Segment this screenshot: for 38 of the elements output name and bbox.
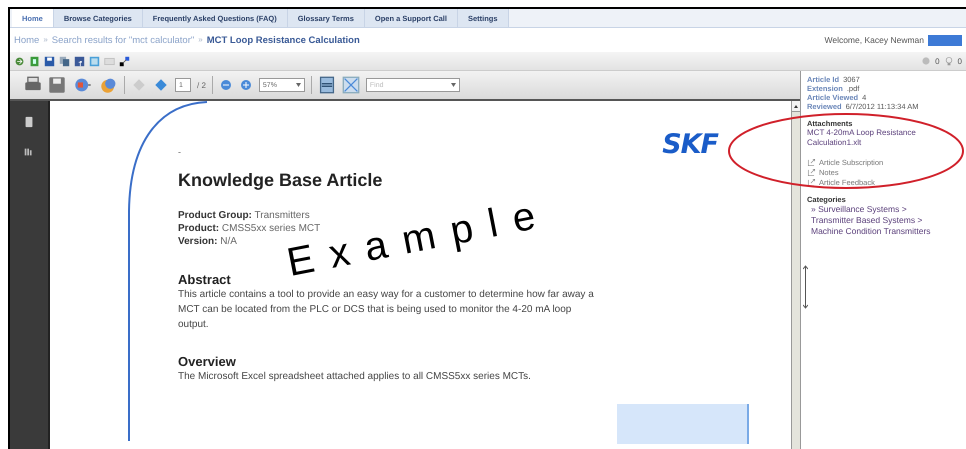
welcome-text: Welcome, Kacey Newman bbox=[824, 35, 924, 45]
pages-icon[interactable] bbox=[23, 115, 35, 129]
network-icon[interactable] bbox=[119, 56, 130, 66]
text-highlight bbox=[928, 34, 962, 46]
article-title: Knowledge Base Article bbox=[178, 170, 384, 191]
link-icon[interactable] bbox=[807, 178, 816, 187]
link-icon[interactable] bbox=[807, 168, 816, 177]
section-heading: Overview bbox=[178, 354, 237, 369]
company-logo: SKF bbox=[662, 129, 718, 160]
save-icon[interactable] bbox=[44, 56, 55, 66]
down-arrow-icon[interactable] bbox=[153, 77, 169, 93]
suggestion-count: 0 bbox=[958, 56, 962, 66]
caret-icon bbox=[296, 83, 301, 87]
scroll-up-arrow-icon[interactable] bbox=[794, 104, 798, 108]
lightbulb-icon[interactable] bbox=[944, 56, 954, 66]
fit-page-icon[interactable] bbox=[318, 76, 336, 94]
section-text: This article contains a tool to provide an easy way for a customer to determine how far away a MCT can be located from the PLC or DCS that is being used to monitor the 4-20 mA loop output. bbox=[178, 288, 595, 332]
scrollbar[interactable] bbox=[791, 101, 800, 449]
arrow-icon[interactable] bbox=[14, 56, 25, 66]
fit-width-icon[interactable] bbox=[342, 76, 360, 94]
caret-icon bbox=[450, 83, 456, 87]
section-heading: Abstract bbox=[178, 272, 232, 287]
resize-arrow-icon[interactable] bbox=[803, 265, 808, 309]
zoom-out-icon[interactable] bbox=[218, 78, 233, 92]
section-text: The Microsoft Excel spreadsheet attached applies to all CMSS5xx series MCTs. bbox=[178, 370, 532, 384]
breadcrumb-separator: » bbox=[198, 34, 203, 46]
share-icon[interactable] bbox=[89, 56, 100, 66]
copy-icon[interactable] bbox=[59, 56, 70, 66]
breadcrumb-separator: » bbox=[43, 34, 48, 46]
link-icon[interactable] bbox=[807, 158, 816, 167]
page-total: / 2 bbox=[197, 80, 206, 90]
document-icon[interactable] bbox=[29, 56, 40, 66]
attachment-link[interactable]: MCT 4-20mA Loop Resistance Calculation1.xlt bbox=[807, 128, 960, 148]
header-mark: - bbox=[178, 147, 182, 157]
zoom-in-icon[interactable] bbox=[238, 78, 253, 92]
category-link[interactable]: » Surveillance Systems > Transmitter Based Systems > Machine Condition Transmitters bbox=[807, 204, 951, 237]
save-icon[interactable] bbox=[48, 76, 66, 94]
rating-count: 0 bbox=[935, 56, 940, 66]
